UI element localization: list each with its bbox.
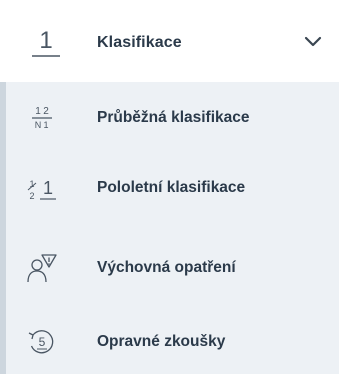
svg-text:2: 2 bbox=[29, 191, 34, 201]
menu-header-classification[interactable]: 1 Klasifikace bbox=[0, 0, 339, 82]
svg-text:1: 1 bbox=[35, 106, 41, 117]
chevron-down-icon[interactable] bbox=[303, 35, 323, 49]
retake-five-icon: 5 bbox=[28, 330, 54, 354]
svg-text:1: 1 bbox=[43, 178, 53, 198]
person-warning-icon bbox=[27, 254, 57, 283]
numeral-one-icon: 1 bbox=[32, 27, 60, 57]
menu-item-label: Výchovná opatření bbox=[97, 259, 236, 276]
menu-item-vychovna-opatreni[interactable]: Výchovná opatření bbox=[6, 243, 339, 293]
svg-text:5: 5 bbox=[39, 335, 46, 349]
menu-item-label: Pololetní klasifikace bbox=[97, 179, 246, 196]
menu-item-label: Průběžná klasifikace bbox=[97, 109, 250, 126]
half-one-icon: 1 2 1 bbox=[27, 178, 56, 201]
menu-header-label: Klasifikace bbox=[97, 34, 182, 51]
svg-text:N: N bbox=[35, 120, 42, 130]
classification-submenu: 1 2 N 1 Průběžná klasifikace 1 2 1 Polol… bbox=[0, 82, 339, 374]
fraction-grid-icon: 1 2 N 1 bbox=[32, 106, 52, 130]
menu-item-prubezna-klasifikace[interactable]: 1 2 N 1 Průběžná klasifikace bbox=[6, 93, 339, 143]
classification-menu: 1 Klasifikace 1 2 N 1 Průběžná klasifika… bbox=[0, 0, 339, 374]
menu-item-pololetni-klasifikace[interactable]: 1 2 1 Pololetní klasifikace bbox=[6, 163, 339, 213]
svg-text:1: 1 bbox=[39, 27, 52, 54]
svg-text:1: 1 bbox=[43, 120, 48, 130]
menu-item-opravne-zkousky[interactable]: 5 Opravné zkoušky bbox=[6, 317, 339, 367]
menu-item-label: Opravné zkoušky bbox=[97, 333, 226, 350]
svg-text:2: 2 bbox=[43, 106, 49, 117]
